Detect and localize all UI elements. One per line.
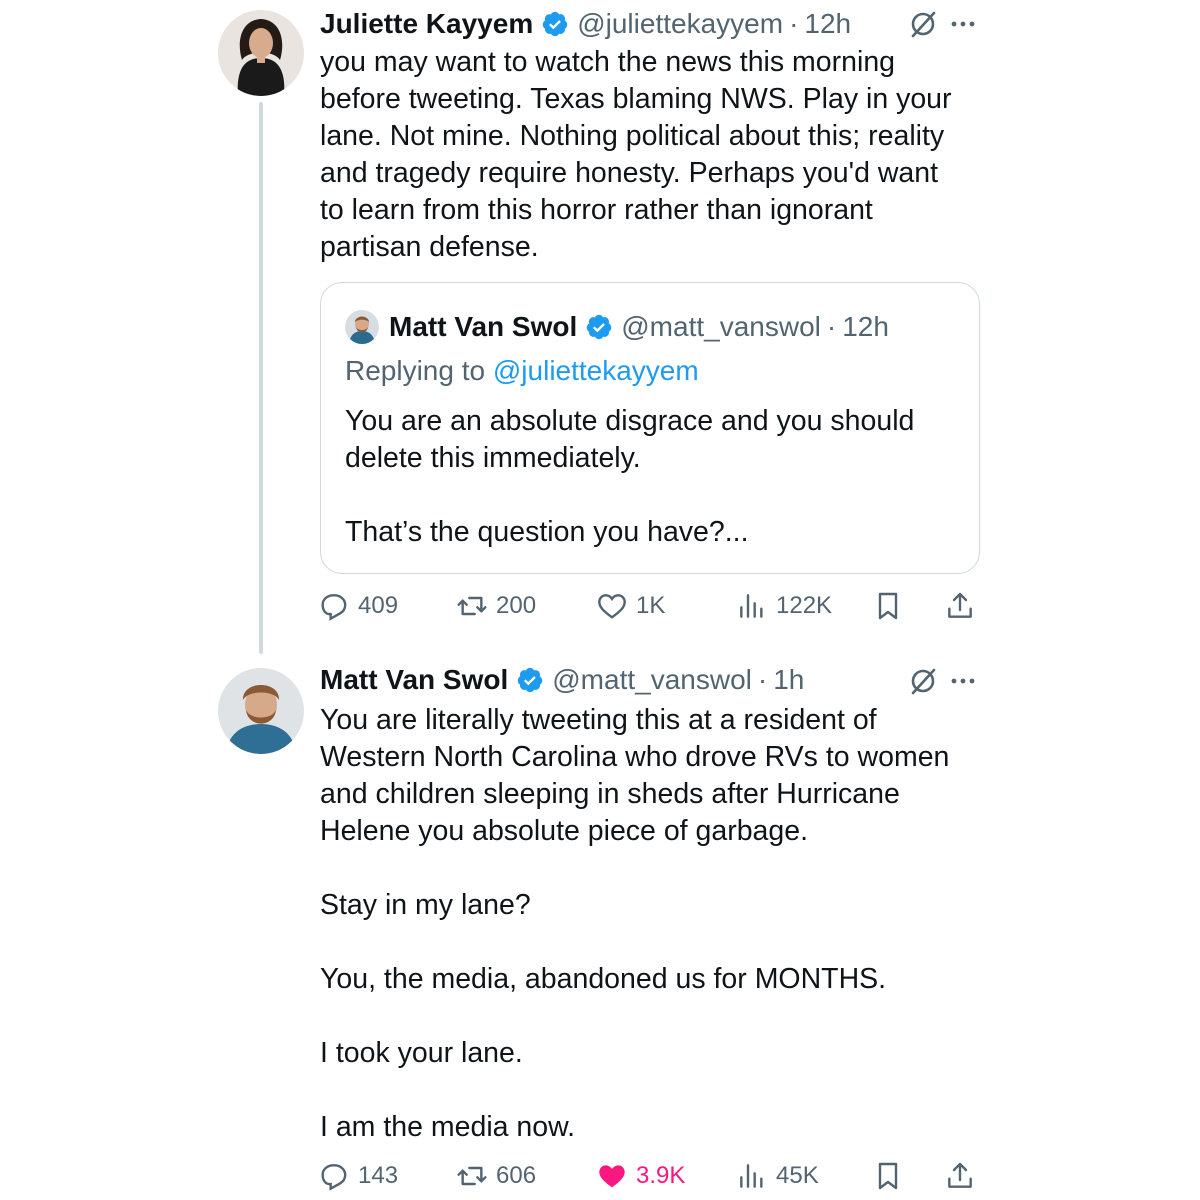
- author-name[interactable]: Juliette Kayyem: [320, 8, 533, 40]
- repost-button[interactable]: 606: [456, 1156, 536, 1196]
- share-button[interactable]: [944, 1156, 984, 1196]
- grok-icon[interactable]: [908, 9, 938, 39]
- reply-icon: [321, 594, 347, 621]
- tweet-juliette[interactable]: Juliette Kayyem @juliettekayyem · 12h yo…: [0, 0, 1200, 654]
- quote-author-handle[interactable]: @matt_vanswol: [621, 311, 821, 343]
- more-icon[interactable]: [948, 9, 978, 39]
- quote-header: Matt Van Swol @matt_vanswol · 12h: [345, 307, 889, 347]
- thread-line: [259, 102, 263, 654]
- tweet-line: you may want to watch the news this morn…: [320, 46, 896, 78]
- like-button[interactable]: 1K: [596, 586, 665, 626]
- author-handle[interactable]: @matt_vanswol: [552, 664, 752, 696]
- tweet-text: You are literally tweeting this at a res…: [320, 702, 980, 1146]
- bookmark-button[interactable]: [872, 586, 912, 626]
- timestamp[interactable]: 1h: [773, 664, 804, 696]
- repost-count: 606: [496, 1162, 537, 1189]
- avatar[interactable]: [218, 668, 304, 754]
- tweet-line: before tweeting. Texas blaming NWS. Play…: [320, 83, 952, 115]
- share-icon: [948, 1162, 972, 1188]
- action-bar: 143 606 3.9K 45K: [318, 1156, 980, 1196]
- share-button[interactable]: [944, 586, 984, 626]
- tweet-line: and children sleeping in sheds after Hur…: [320, 778, 900, 810]
- repost-count: 200: [496, 592, 537, 619]
- views-count: 45K: [776, 1162, 819, 1189]
- views-button[interactable]: 122K: [736, 586, 832, 626]
- replying-prefix: Replying to: [345, 355, 493, 386]
- avatar[interactable]: [218, 10, 304, 96]
- tweet-line: and tragedy require honesty. Perhaps you…: [320, 157, 939, 189]
- author-handle[interactable]: @juliettekayyem: [577, 8, 783, 40]
- quoted-tweet[interactable]: Matt Van Swol @matt_vanswol · 12h Replyi…: [320, 282, 980, 574]
- tweet-line: I am the media now.: [320, 1111, 576, 1143]
- tweet-line: Western North Carolina who drove RVs to …: [320, 741, 950, 773]
- views-icon: [740, 1164, 763, 1188]
- verified-badge-icon: [585, 313, 613, 341]
- repost-icon: [457, 596, 487, 616]
- views-button[interactable]: 45K: [736, 1156, 819, 1196]
- quote-line: You are an absolute disgrace and you sho…: [345, 405, 915, 437]
- tweet-text: you may want to watch the news this morn…: [320, 44, 980, 266]
- like-icon: [599, 1165, 625, 1188]
- bookmark-icon: [878, 592, 898, 620]
- tweet-line: Helene you absolute piece of garbage.: [320, 815, 809, 847]
- reply-count: 143: [358, 1162, 399, 1189]
- quote-line: delete this immediately.: [345, 442, 641, 474]
- mention-link[interactable]: @juliettekayyem: [493, 355, 699, 386]
- like-count: 1K: [636, 592, 666, 619]
- repost-icon: [457, 1166, 487, 1186]
- verified-badge-icon: [516, 666, 544, 694]
- views-icon: [740, 594, 763, 618]
- grok-icon[interactable]: [908, 666, 938, 696]
- reply-button[interactable]: 143: [318, 1156, 398, 1196]
- replying-to: Replying to @juliettekayyem: [345, 355, 699, 387]
- reply-count: 409: [358, 592, 399, 619]
- tweet-matt[interactable]: Matt Van Swol @matt_vanswol · 1h You are…: [0, 650, 1200, 1200]
- reply-button[interactable]: 409: [318, 586, 398, 626]
- separator: ·: [757, 664, 768, 695]
- tweet-header: Juliette Kayyem @juliettekayyem · 12h: [320, 4, 980, 44]
- tweet-line: I took your lane.: [320, 1037, 523, 1069]
- timestamp[interactable]: 12h: [804, 8, 851, 40]
- action-bar: 409 200 1K 122K: [318, 586, 980, 626]
- avatar[interactable]: [345, 310, 379, 344]
- like-icon: [598, 594, 626, 619]
- author-name[interactable]: Matt Van Swol: [320, 664, 508, 696]
- tweet-line: Stay in my lane?: [320, 889, 531, 921]
- like-count: 3.9K: [636, 1162, 686, 1189]
- verified-badge-icon: [541, 10, 569, 38]
- bookmark-button[interactable]: [872, 1156, 912, 1196]
- repost-button[interactable]: 200: [456, 586, 536, 626]
- tweet-line: partisan defense.: [320, 231, 539, 263]
- separator: ·: [789, 8, 799, 39]
- tweet-line: You are literally tweeting this at a res…: [320, 704, 877, 736]
- share-icon: [948, 592, 972, 618]
- tweet-line: lane. Not mine. Nothing political about …: [320, 120, 945, 152]
- quote-line: That’s the question you have?...: [345, 516, 749, 548]
- views-count: 122K: [776, 592, 833, 619]
- tweet-line: to learn from this horror rather than ig…: [320, 194, 873, 226]
- bookmark-icon: [878, 1162, 898, 1190]
- quote-timestamp[interactable]: 12h: [842, 311, 889, 343]
- quote-author-name[interactable]: Matt Van Swol: [389, 311, 577, 343]
- quote-text: You are an absolute disgrace and you sho…: [345, 403, 955, 551]
- reply-icon: [321, 1164, 347, 1191]
- more-icon[interactable]: [948, 666, 978, 696]
- separator: ·: [826, 311, 837, 342]
- tweet-header: Matt Van Swol @matt_vanswol · 1h: [320, 660, 980, 700]
- tweet-line: You, the media, abandoned us for MONTHS.: [320, 963, 887, 995]
- like-button[interactable]: 3.9K: [596, 1156, 685, 1196]
